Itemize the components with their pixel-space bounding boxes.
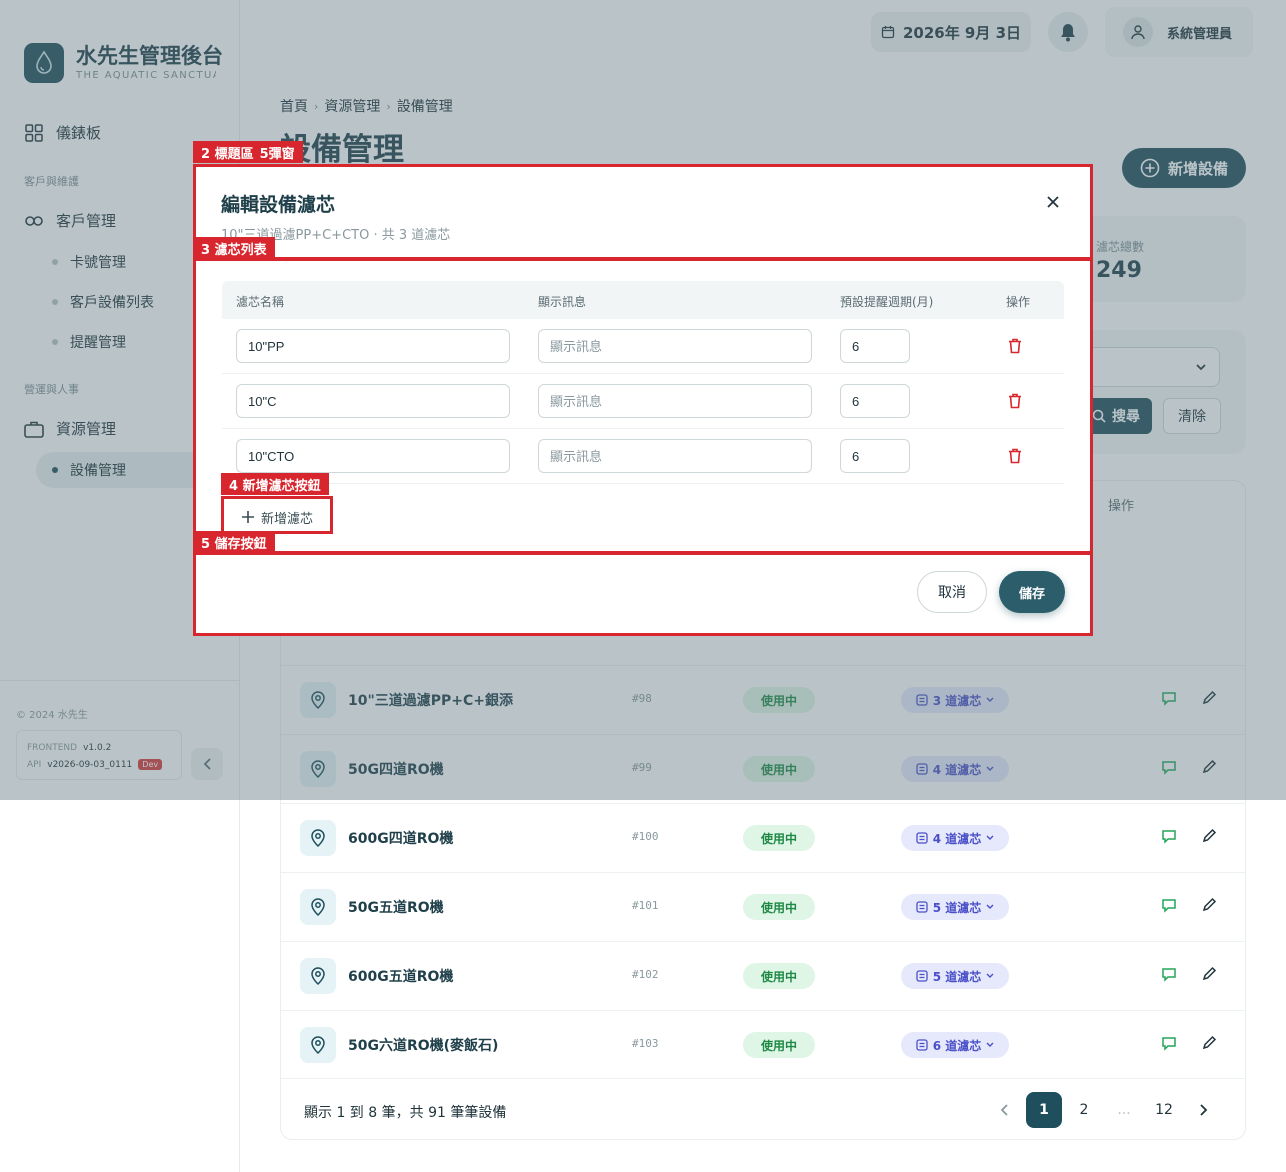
pagination-prev-button[interactable] bbox=[986, 1092, 1022, 1128]
table-row: 50G六道RO機(麥飯石) #103 使用中 6 道濾芯 bbox=[281, 1010, 1245, 1079]
chevron-down-icon bbox=[986, 835, 994, 840]
filter-count-dropdown[interactable]: 5 道濾芯 bbox=[901, 963, 1009, 989]
status-badge: 使用中 bbox=[743, 825, 815, 851]
filter-name-input[interactable] bbox=[236, 329, 510, 363]
edit-icon[interactable] bbox=[1201, 1035, 1217, 1055]
list-icon bbox=[916, 901, 928, 913]
filter-name-input[interactable] bbox=[236, 439, 510, 473]
device-name: 50G六道RO機(麥飯石) bbox=[348, 1038, 499, 1054]
annotation-tag-add-filter: 4 新增濾芯按鈕 bbox=[221, 473, 329, 495]
edit-icon[interactable] bbox=[1201, 828, 1217, 848]
filter-count-dropdown[interactable]: 4 道濾芯 bbox=[901, 825, 1009, 851]
device-name: 600G五道RO機 bbox=[348, 969, 454, 985]
filter-count-label: 5 道濾芯 bbox=[932, 900, 982, 915]
edit-icon[interactable] bbox=[1201, 897, 1217, 917]
list-icon bbox=[916, 832, 928, 844]
device-code: #102 bbox=[632, 968, 659, 981]
pagination-ellipsis: ... bbox=[1117, 1102, 1131, 1118]
location-pin-icon bbox=[300, 820, 336, 856]
device-name: 50G五道RO機 bbox=[348, 900, 444, 916]
chevron-down-icon bbox=[986, 904, 994, 909]
filter-count-label: 4 道濾芯 bbox=[932, 831, 982, 846]
col-ops: 操作 bbox=[1006, 295, 1031, 309]
message-icon[interactable] bbox=[1161, 897, 1177, 917]
display-message-input[interactable] bbox=[538, 384, 812, 418]
device-code: #101 bbox=[632, 899, 659, 912]
trash-icon[interactable] bbox=[1008, 393, 1022, 413]
edit-filters-modal: 編輯設備濾芯 10"三道過濾PP+C+CTO · 共 3 道濾芯 濾芯名稱 顯示… bbox=[195, 166, 1091, 634]
table-row: 600G四道RO機 #100 使用中 4 道濾芯 bbox=[281, 803, 1245, 872]
modal-title: 編輯設備濾芯 bbox=[221, 194, 336, 216]
chevron-down-icon bbox=[986, 973, 994, 978]
annotation-tag-filter-list: 3 濾芯列表 bbox=[193, 237, 275, 259]
add-filter-button[interactable]: 新增濾芯 bbox=[226, 502, 328, 532]
filter-table-header: 濾芯名稱 顯示訊息 預設提醒週期(月) 操作 bbox=[222, 281, 1064, 319]
annotation-tag-header-suffix: 5彈窗 bbox=[259, 146, 295, 162]
table-row: 600G五道RO機 #102 使用中 5 道濾芯 bbox=[281, 941, 1245, 1010]
pagination-next-button[interactable] bbox=[1186, 1092, 1222, 1128]
reminder-period-input[interactable] bbox=[840, 439, 910, 473]
col-display-message: 顯示訊息 bbox=[538, 295, 587, 309]
list-icon bbox=[916, 1039, 928, 1051]
filter-count-dropdown[interactable]: 5 道濾芯 bbox=[901, 894, 1009, 920]
reminder-period-input[interactable] bbox=[840, 329, 910, 363]
save-button[interactable]: 儲存 bbox=[999, 571, 1065, 613]
close-icon[interactable] bbox=[1043, 192, 1063, 212]
status-badge: 使用中 bbox=[743, 963, 815, 989]
annotation-tag-save: 5 儲存按鈕 bbox=[193, 531, 275, 553]
reminder-period-input[interactable] bbox=[840, 384, 910, 418]
filter-count-label: 6 道濾芯 bbox=[932, 1038, 982, 1053]
plus-icon bbox=[241, 511, 254, 523]
display-message-input[interactable] bbox=[538, 329, 812, 363]
filter-count-label: 5 道濾芯 bbox=[932, 969, 982, 984]
chevron-down-icon bbox=[986, 1042, 994, 1047]
filter-row bbox=[222, 374, 1064, 429]
device-code: #100 bbox=[632, 830, 659, 843]
cancel-button[interactable]: 取消 bbox=[917, 571, 987, 613]
location-pin-icon bbox=[300, 889, 336, 925]
device-code: #103 bbox=[632, 1037, 659, 1050]
list-icon bbox=[916, 970, 928, 982]
location-pin-icon bbox=[300, 1027, 336, 1063]
filter-name-input[interactable] bbox=[236, 384, 510, 418]
trash-icon[interactable] bbox=[1008, 448, 1022, 468]
col-reminder-period: 預設提醒週期(月) bbox=[840, 295, 934, 309]
add-filter-label: 新增濾芯 bbox=[260, 511, 313, 527]
pager-divider bbox=[281, 1078, 1245, 1079]
location-pin-icon bbox=[300, 958, 336, 994]
filter-count-dropdown[interactable]: 6 道濾芯 bbox=[901, 1032, 1009, 1058]
pagination-page-1[interactable]: 1 bbox=[1026, 1092, 1062, 1128]
edit-icon[interactable] bbox=[1201, 966, 1217, 986]
chevron-right-icon bbox=[1200, 1104, 1208, 1116]
message-icon[interactable] bbox=[1161, 1035, 1177, 1055]
pagination-page-2[interactable]: 2 bbox=[1066, 1092, 1102, 1128]
device-name: 600G四道RO機 bbox=[348, 831, 454, 847]
pagination-info: 顯示 1 到 8 筆，共 91 筆筆設備 bbox=[304, 1105, 507, 1121]
display-message-input[interactable] bbox=[538, 439, 812, 473]
pagination-page-12[interactable]: 12 bbox=[1146, 1092, 1182, 1128]
annotation-tag-header: 2 標題區 5彈窗 bbox=[193, 141, 303, 163]
message-icon[interactable] bbox=[1161, 966, 1177, 986]
chevron-left-icon bbox=[1000, 1104, 1008, 1116]
filter-row bbox=[222, 319, 1064, 374]
status-badge: 使用中 bbox=[743, 1032, 815, 1058]
table-row: 50G五道RO機 #101 使用中 5 道濾芯 bbox=[281, 872, 1245, 941]
trash-icon[interactable] bbox=[1008, 338, 1022, 358]
message-icon[interactable] bbox=[1161, 828, 1177, 848]
col-filter-name: 濾芯名稱 bbox=[236, 295, 285, 309]
status-badge: 使用中 bbox=[743, 894, 815, 920]
annotation-tag-header-text: 2 標題區 bbox=[201, 146, 254, 162]
filter-row bbox=[222, 429, 1064, 484]
